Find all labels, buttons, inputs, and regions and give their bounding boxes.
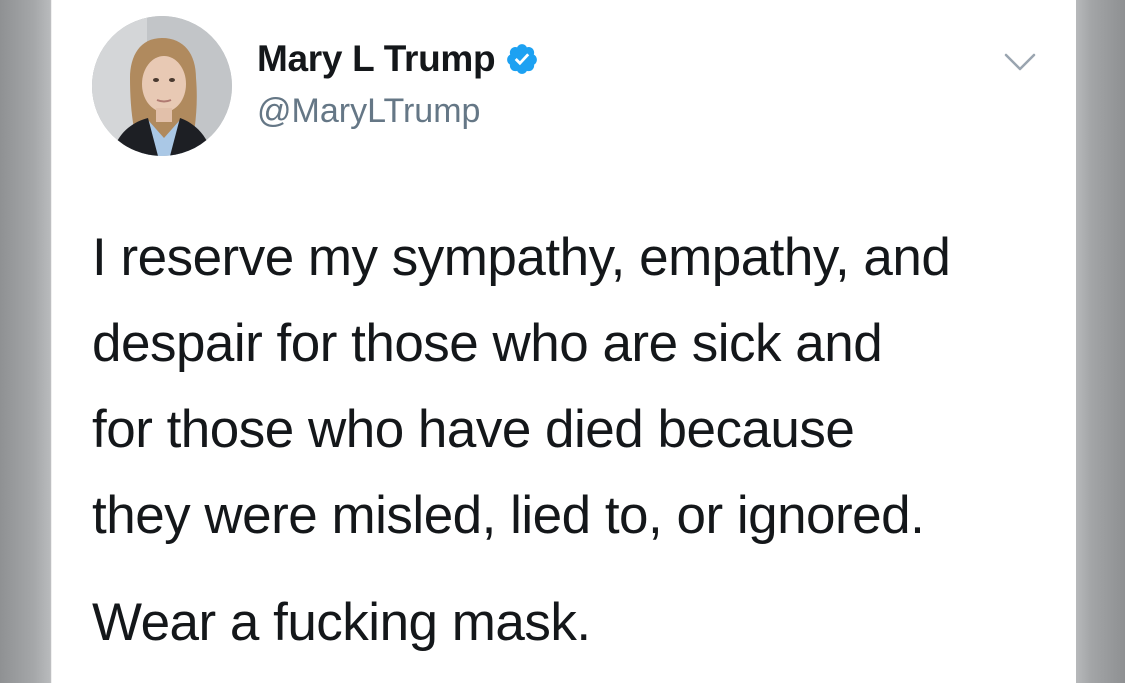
tweet-body-line: they were misled, lied to, or ignored. [92,486,925,545]
tweet-body-line: for those who have died because [92,400,855,459]
profile-photo-icon [92,16,232,156]
screenshot-frame: Mary L Trump @MaryLTrump I reserve my sy… [0,0,1125,683]
tweet-body-closing: Wear a fucking mask. [92,593,591,652]
tweet-body-line: despair for those who are sick and [92,314,883,373]
author-name[interactable]: Mary L Trump [257,38,496,80]
author-row[interactable]: Mary L Trump [257,38,539,80]
author-handle[interactable]: @MaryLTrump [257,92,480,131]
chevron-down-icon[interactable] [1002,50,1038,74]
avatar[interactable] [92,16,232,156]
tweet-body-line: I reserve my sympathy, empathy, and [92,228,951,287]
tweet-card[interactable]: Mary L Trump @MaryLTrump I reserve my sy… [52,0,1076,683]
tweet-body: I reserve my sympathy, empathy, and desp… [92,215,1052,559]
verified-badge-icon [507,44,538,74]
